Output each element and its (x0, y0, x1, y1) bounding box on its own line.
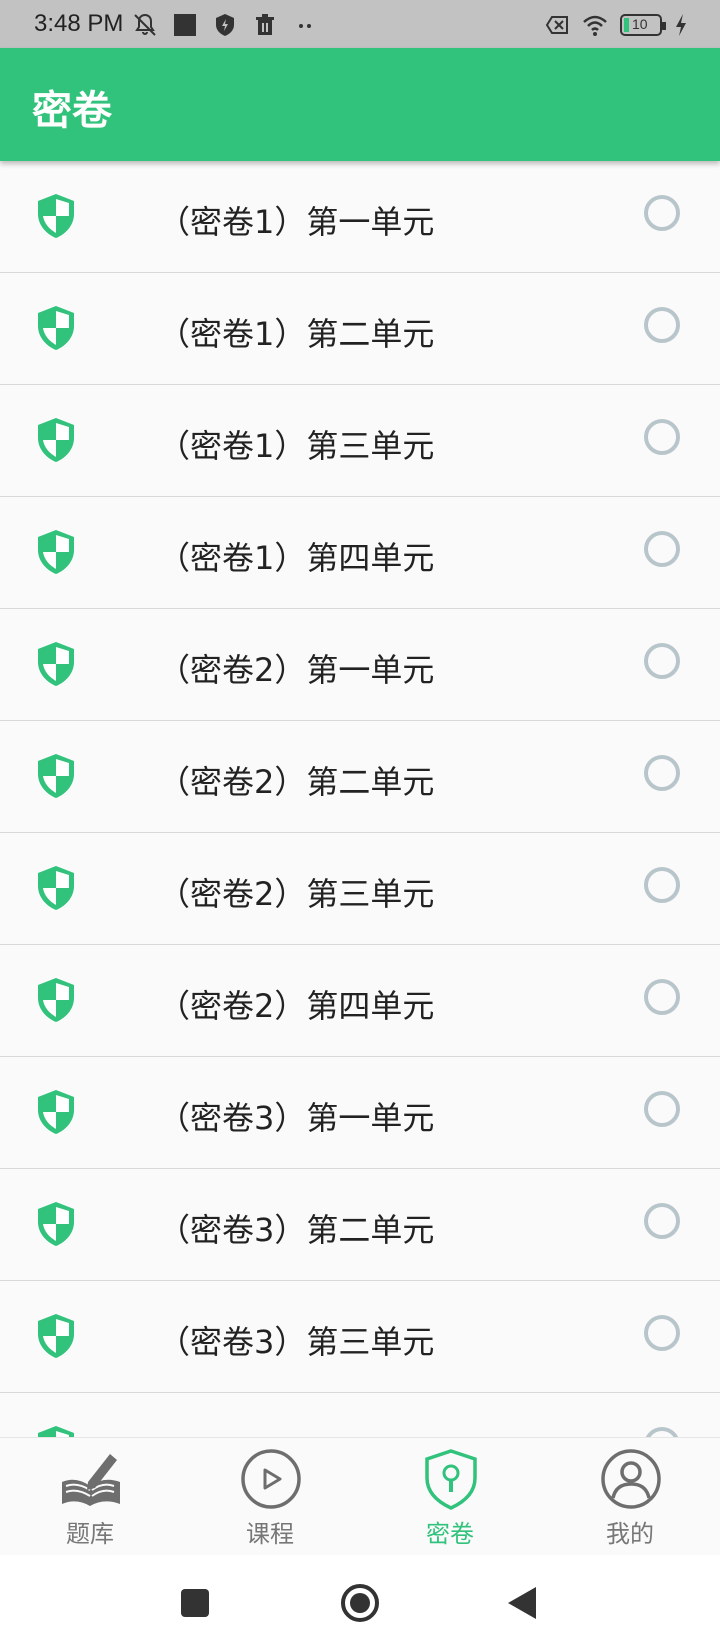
list-item[interactable]: （密卷1）第二单元 (0, 273, 720, 385)
status-bar: 3:48 PM 10 (0, 0, 720, 48)
select-radio[interactable] (644, 1427, 680, 1437)
nav-label: 课程 (246, 1520, 294, 1548)
select-radio[interactable] (644, 979, 680, 1015)
select-radio[interactable] (644, 1203, 680, 1239)
list-item[interactable]: （密卷2）第二单元 (0, 721, 720, 833)
list-item-label: （密卷2）第三单元 (158, 875, 435, 913)
list-item[interactable]: （密卷1）第四单元 (0, 497, 720, 609)
select-radio[interactable] (644, 643, 680, 679)
nav-item-profile[interactable]: 我的 (540, 1438, 720, 1556)
shield-icon (38, 978, 74, 1022)
list-item[interactable]: （密卷3）第一单元 (0, 1057, 720, 1169)
keyhole-shield-icon (425, 1449, 477, 1510)
select-radio[interactable] (644, 867, 680, 903)
list-item[interactable]: （密卷2）第一单元 (0, 609, 720, 721)
nav-item-question-bank[interactable]: 题库 (0, 1438, 180, 1556)
select-radio[interactable] (644, 1091, 680, 1127)
status-time: 3:48 PM (34, 10, 124, 37)
mute-notifications-icon (134, 13, 156, 36)
list-item[interactable]: （密卷2）第四单元 (0, 945, 720, 1057)
list-item-label: （密卷2）第四单元 (158, 987, 435, 1025)
play-circle-icon (241, 1449, 301, 1509)
trash-icon (256, 14, 274, 35)
app-bar: 密卷 (0, 48, 720, 161)
shield-icon (38, 194, 74, 238)
shield-status-icon (216, 14, 234, 36)
nav-label: 密卷 (426, 1520, 474, 1548)
list-item[interactable]: （密卷3）第三单元 (0, 1281, 720, 1393)
bottom-nav: 题库 课程 密卷 我的 (0, 1437, 720, 1556)
shield-icon (38, 754, 74, 798)
list-item[interactable] (0, 1393, 720, 1437)
shield-icon (38, 1314, 74, 1358)
list-item-label: （密卷2）第一单元 (158, 651, 435, 689)
book-pen-icon (62, 1454, 120, 1506)
user-circle-icon (601, 1449, 661, 1509)
list-item-label: （密卷2）第二单元 (158, 763, 435, 801)
select-radio[interactable] (644, 195, 680, 231)
shield-icon (38, 1426, 74, 1437)
wifi-icon (583, 15, 607, 36)
nav-item-secret-papers[interactable]: 密卷 (360, 1438, 540, 1556)
system-status-icons: 10 (544, 12, 688, 38)
shield-icon (38, 418, 74, 462)
shield-icon (38, 1090, 74, 1134)
exam-list[interactable]: （密卷1）第一单元 （密卷1）第二单元 （密卷1）第三单元 （密卷1）第四单元 … (0, 161, 720, 1437)
square-app-icon (174, 14, 196, 36)
shield-icon (38, 1202, 74, 1246)
list-item-label: （密卷1）第四单元 (158, 539, 435, 577)
list-item-label: （密卷3）第一单元 (158, 1099, 435, 1137)
shield-icon (38, 866, 74, 910)
battery-level: 10 (632, 16, 648, 32)
notification-icons (132, 12, 318, 38)
page-title: 密卷 (32, 88, 112, 134)
back-button[interactable] (506, 1586, 538, 1620)
charging-bolt-icon (676, 14, 686, 36)
shield-icon (38, 642, 74, 686)
list-item-label: （密卷1）第三单元 (158, 427, 435, 465)
list-item[interactable]: （密卷1）第三单元 (0, 385, 720, 497)
shield-icon (38, 306, 74, 350)
select-radio[interactable] (644, 307, 680, 343)
battery-icon: 10 (620, 14, 666, 36)
select-radio[interactable] (644, 1315, 680, 1351)
no-sim-icon (545, 16, 568, 34)
nav-label: 题库 (66, 1520, 114, 1548)
recent-apps-button[interactable] (180, 1588, 210, 1618)
system-nav-bar (0, 1555, 720, 1650)
nav-item-courses[interactable]: 课程 (180, 1438, 360, 1556)
home-button[interactable] (340, 1583, 380, 1623)
list-item-label: （密卷1）第一单元 (158, 203, 435, 241)
list-item[interactable]: （密卷3）第二单元 (0, 1169, 720, 1281)
list-item[interactable]: （密卷1）第一单元 (0, 161, 720, 273)
list-item-label: （密卷3）第二单元 (158, 1211, 435, 1249)
shield-icon (38, 530, 74, 574)
more-dots-icon (299, 24, 311, 28)
nav-label: 我的 (606, 1520, 654, 1548)
select-radio[interactable] (644, 531, 680, 567)
select-radio[interactable] (644, 755, 680, 791)
list-item[interactable]: （密卷2）第三单元 (0, 833, 720, 945)
list-item-label: （密卷3）第三单元 (158, 1323, 435, 1361)
select-radio[interactable] (644, 419, 680, 455)
list-item-label: （密卷1）第二单元 (158, 315, 435, 353)
